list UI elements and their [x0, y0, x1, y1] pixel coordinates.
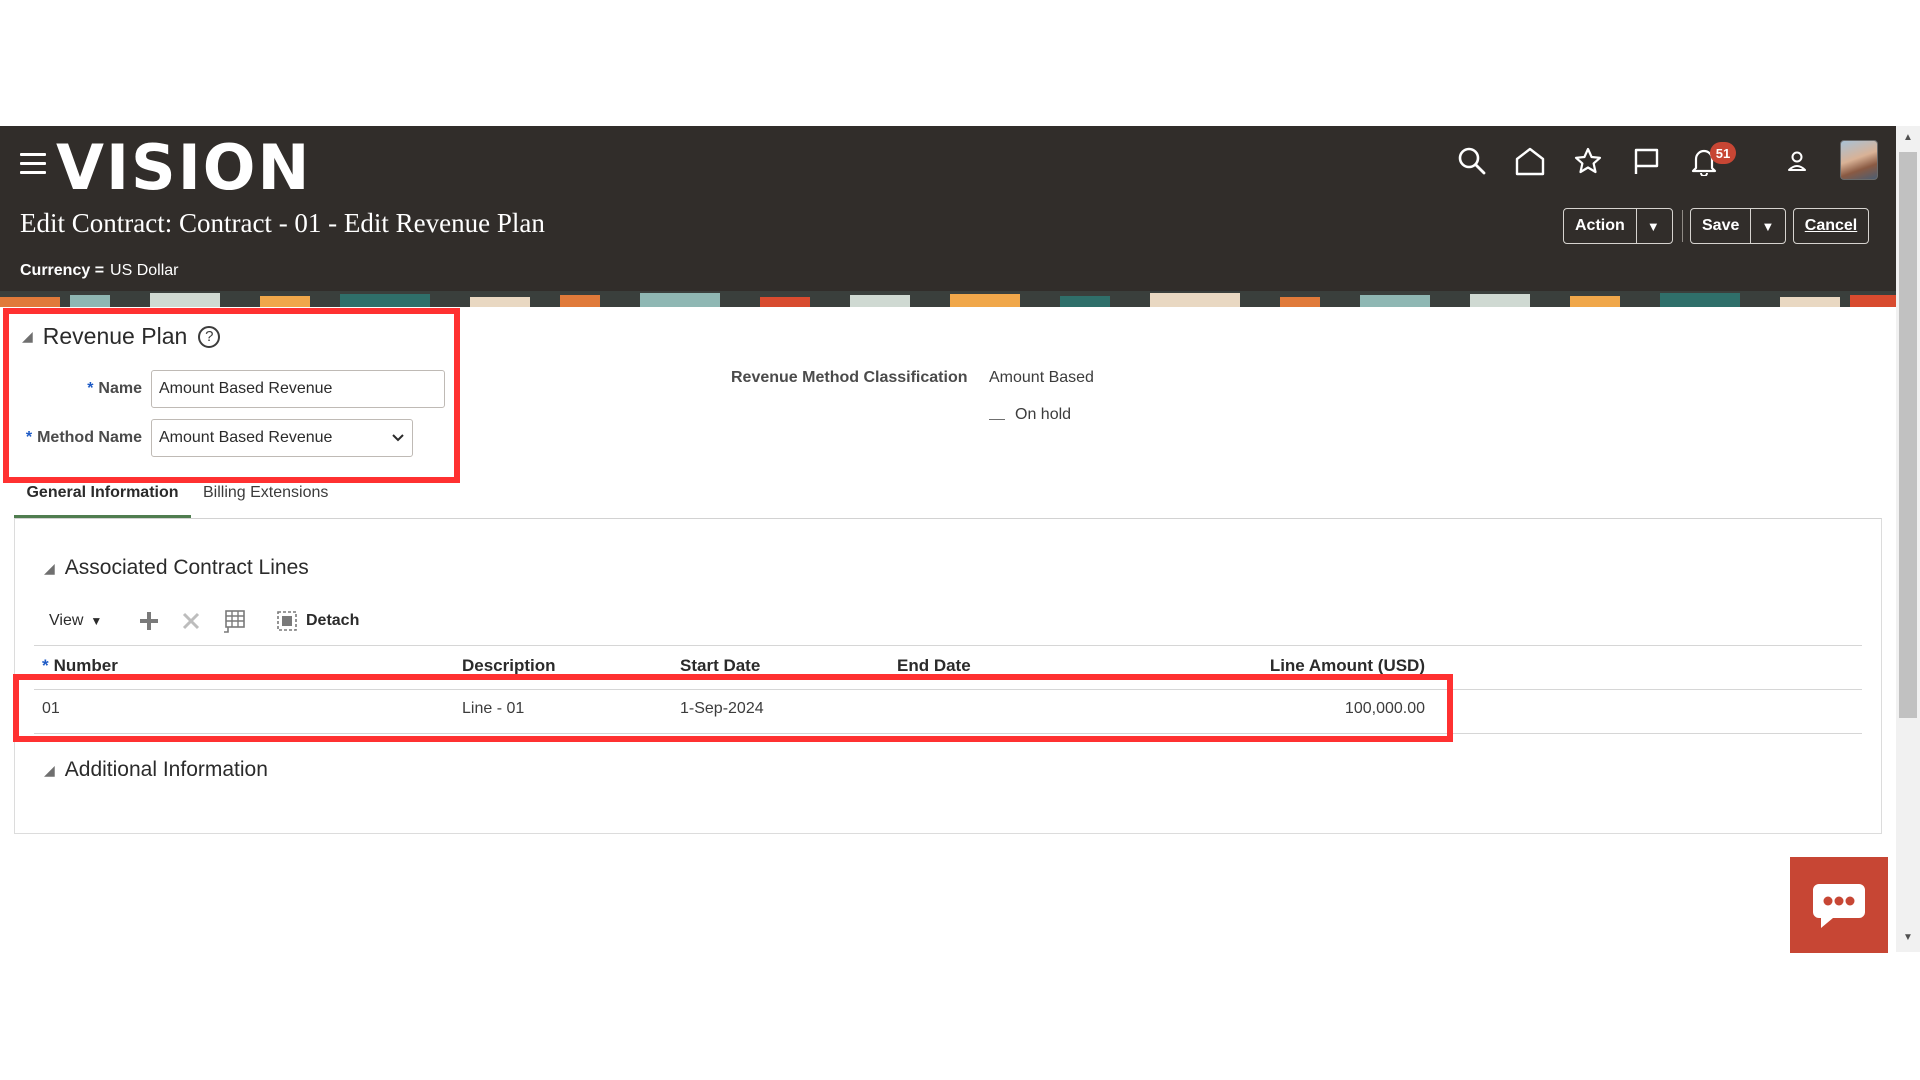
revenue-method-classification-label: Revenue Method Classification	[731, 369, 968, 386]
caret-down-icon[interactable]: ▼	[90, 614, 102, 628]
action-dropdown-icon[interactable]: ▼	[1635, 209, 1670, 243]
home-icon[interactable]	[1513, 144, 1547, 178]
chat-bubble-icon	[1813, 884, 1865, 928]
save-dropdown-icon[interactable]: ▼	[1750, 209, 1784, 243]
on-hold-text: On hold	[1015, 406, 1072, 423]
cancel-button[interactable]: Cancel	[1793, 208, 1869, 244]
table-top-border	[34, 645, 1862, 646]
detach-icon	[277, 611, 297, 631]
decorative-banner	[0, 291, 1896, 307]
revenue-plan-header[interactable]: ◢ Revenue Plan ?	[22, 323, 221, 350]
column-header-line-amount[interactable]: Line Amount (USD)	[1265, 656, 1425, 676]
column-header-description[interactable]: Description	[462, 656, 556, 676]
cancel-button-label[interactable]: Cancel	[1794, 209, 1868, 243]
column-header-end-date[interactable]: End Date	[897, 656, 971, 676]
scroll-down-arrow-icon[interactable]: ▼	[1902, 932, 1914, 943]
additional-information-header[interactable]: ◢ Additional Information	[44, 758, 268, 782]
notification-count-badge: 51	[1710, 142, 1736, 164]
currency-info: Currency = US Dollar	[20, 262, 179, 280]
view-menu[interactable]: View ▼	[49, 608, 102, 634]
on-hold-status: On hold	[989, 406, 1071, 424]
global-header: VISION 51 Edit Contract: Contract - 01 -…	[0, 126, 1896, 307]
add-row-icon[interactable]	[138, 608, 160, 634]
avatar[interactable]	[1840, 140, 1878, 180]
user-icon[interactable]	[1780, 144, 1814, 178]
toolbar-divider	[1682, 210, 1683, 242]
method-name-label: * Method Name	[25, 429, 142, 446]
method-name-value: Amount Based Revenue	[159, 429, 333, 446]
associated-contract-lines-header[interactable]: ◢ Associated Contract Lines	[44, 556, 309, 580]
action-button-label[interactable]: Action	[1564, 209, 1636, 243]
collapse-triangle-icon[interactable]: ◢	[44, 560, 55, 577]
currency-value: US Dollar	[110, 262, 179, 279]
save-button[interactable]: Save ▼	[1690, 208, 1786, 244]
additional-information-title: Additional Information	[64, 758, 268, 781]
scroll-up-arrow-icon[interactable]: ▲	[1902, 132, 1914, 143]
action-button[interactable]: Action ▼	[1563, 208, 1673, 244]
tab-general-information[interactable]: General Information	[14, 484, 191, 518]
help-icon[interactable]: ?	[198, 325, 221, 348]
detach-label[interactable]: Detach	[306, 612, 359, 630]
favorites-star-icon[interactable]	[1571, 144, 1605, 178]
collapse-triangle-icon[interactable]: ◢	[44, 762, 55, 779]
dash-icon	[989, 418, 1005, 420]
method-name-select[interactable]: Amount Based Revenue	[151, 419, 413, 457]
hamburger-menu-icon[interactable]	[20, 153, 46, 175]
search-icon[interactable]	[1455, 144, 1489, 178]
chevron-down-icon	[392, 434, 404, 442]
delete-row-icon[interactable]	[181, 608, 201, 634]
name-input[interactable]: Amount Based Revenue	[151, 370, 445, 408]
flag-icon[interactable]	[1629, 144, 1663, 178]
column-header-number[interactable]: * Number	[42, 656, 118, 676]
tab-billing-extensions[interactable]: Billing Extensions	[203, 484, 328, 502]
save-button-label[interactable]: Save	[1691, 209, 1750, 243]
vision-logo[interactable]: VISION	[56, 132, 311, 204]
column-header-start-date[interactable]: Start Date	[680, 656, 760, 676]
page-title: Edit Contract: Contract - 01 - Edit Reve…	[20, 208, 545, 238]
chat-button[interactable]	[1790, 857, 1888, 953]
highlight-box-contract-line	[13, 674, 1453, 742]
name-label: * Name	[87, 380, 142, 397]
associated-contract-lines-title: Associated Contract Lines	[64, 556, 309, 579]
collapse-triangle-icon[interactable]: ◢	[22, 328, 33, 345]
scrollbar-thumb[interactable]	[1899, 152, 1917, 718]
detach-button[interactable]: Detach	[276, 608, 359, 634]
view-menu-label[interactable]: View	[49, 612, 83, 630]
revenue-method-classification-value: Amount Based	[989, 369, 1094, 386]
page: VISION 51 Edit Contract: Contract - 01 -…	[0, 0, 1920, 1080]
currency-label: Currency =	[20, 262, 105, 279]
revenue-plan-title: Revenue Plan	[42, 323, 188, 349]
freeze-columns-icon[interactable]	[222, 608, 246, 634]
